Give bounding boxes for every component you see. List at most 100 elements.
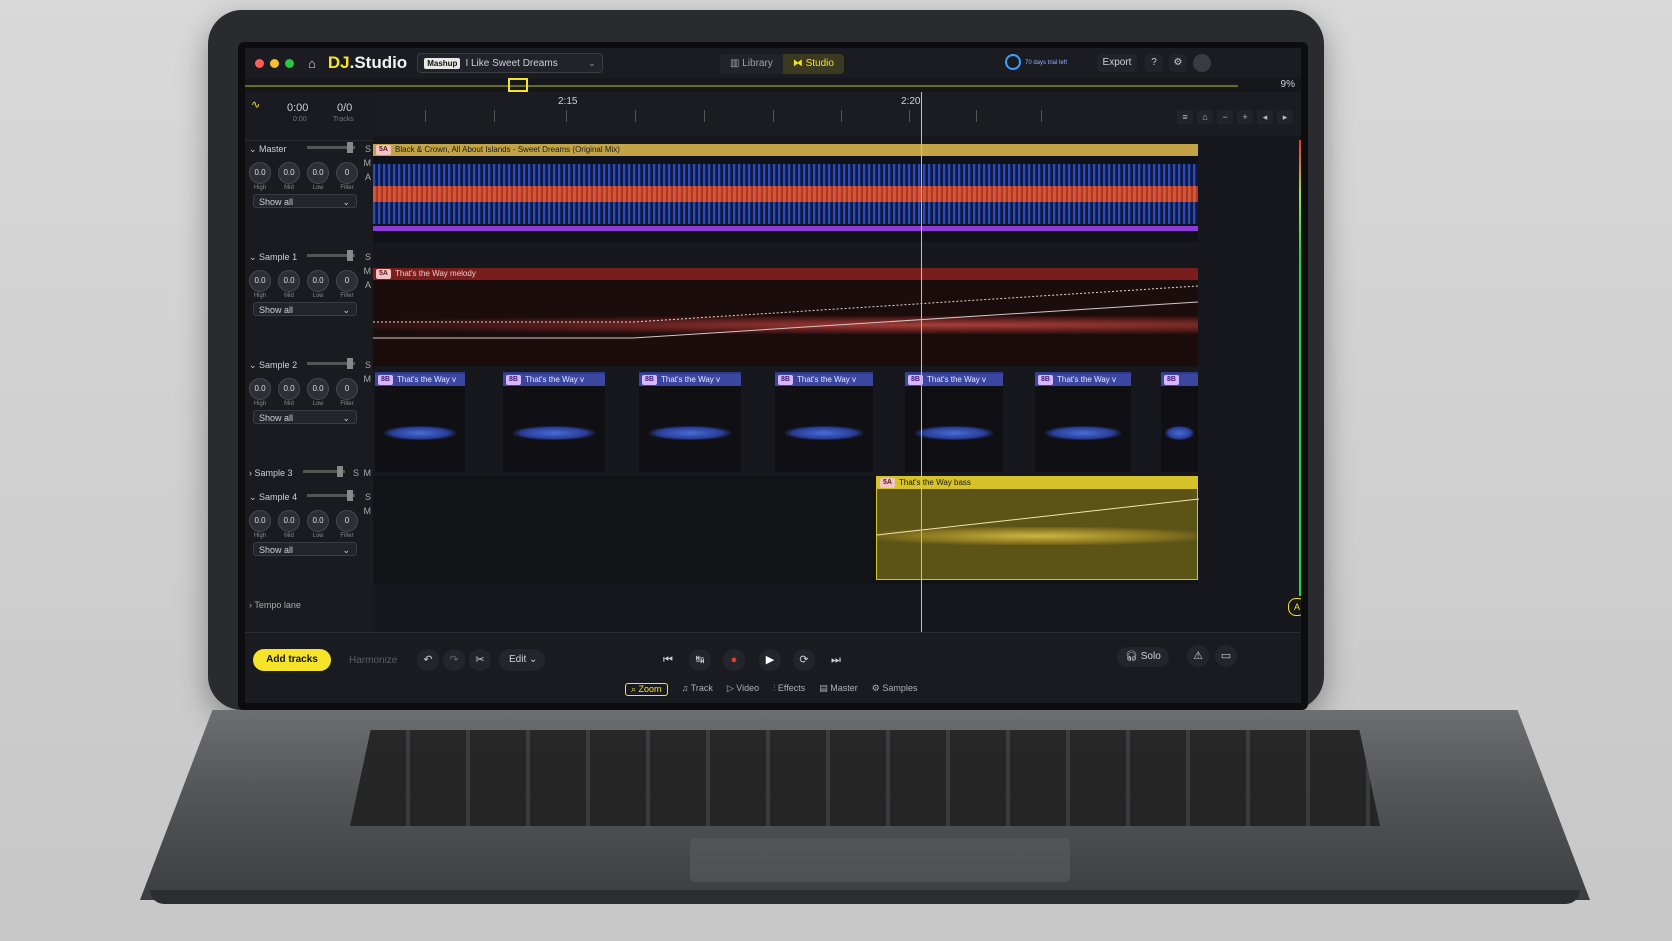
zoom-window-icon[interactable] <box>285 58 294 68</box>
avatar[interactable] <box>1193 54 1211 72</box>
solo-button[interactable]: S <box>365 144 371 154</box>
tab-zoom[interactable]: ⌕ Zoom <box>625 683 668 696</box>
knob-low[interactable]: 0.0 Low <box>307 378 329 407</box>
skip-forward-icon[interactable]: ⏭ <box>825 649 847 671</box>
knob-high[interactable]: 0.0 High <box>249 270 271 299</box>
record-icon[interactable]: ● <box>723 649 745 671</box>
playhead[interactable] <box>921 92 922 632</box>
loop-icon[interactable]: ⟳ <box>793 649 815 671</box>
knob-mid[interactable]: 0.0 Mid <box>278 378 300 407</box>
lock-icon[interactable]: ⌂ <box>1197 110 1213 124</box>
knob-mid[interactable]: 0.0 Mid <box>278 270 300 299</box>
volume-fader[interactable] <box>307 358 355 369</box>
zoom-out-icon[interactable]: − <box>1217 110 1233 124</box>
list-icon[interactable]: ≡ <box>1177 110 1193 124</box>
clip-sample-2[interactable]: 8B That's the Way v <box>639 372 741 472</box>
help-icon[interactable]: ? <box>1145 54 1163 72</box>
tempo-lane-toggle[interactable]: › Tempo lane <box>249 600 301 610</box>
volume-fader[interactable] <box>307 142 355 153</box>
show-all-dropdown[interactable]: Show all ⌄ <box>253 302 357 316</box>
close-window-icon[interactable] <box>255 58 264 68</box>
project-selector[interactable]: Mashup I Like Sweet Dreams ⌄ <box>417 53 604 73</box>
deck-title[interactable]: ⌄ Sample 4 <box>249 492 297 502</box>
deck-title[interactable]: ⌄ Master <box>249 144 287 154</box>
solo-button[interactable]: S <box>365 252 371 262</box>
tab-samples[interactable]: ⚙ Samples <box>872 683 918 696</box>
lane-sample-2[interactable]: 8B That's the Way v 8B That's the Way v 8B… <box>373 372 1198 472</box>
tab-effects[interactable]: ⫶ Effects <box>773 683 805 696</box>
minimize-window-icon[interactable] <box>270 58 279 68</box>
overview-strip[interactable]: 9% <box>245 78 1301 92</box>
edit-dropdown[interactable]: Edit ⌄ <box>499 649 545 671</box>
volume-fader[interactable] <box>307 250 355 261</box>
clip-sample-2[interactable]: 8B <box>1161 372 1198 472</box>
zoom-in-icon[interactable]: + <box>1237 110 1253 124</box>
mute-button[interactable]: M <box>364 468 372 478</box>
collapse-icon[interactable]: ◂ <box>1257 110 1273 124</box>
harmonize-button[interactable]: Harmonize <box>349 655 397 666</box>
volume-fader[interactable] <box>307 490 355 501</box>
warning-icon[interactable]: ⚠ <box>1187 645 1209 667</box>
solo-button[interactable]: S <box>365 492 371 502</box>
deck-title[interactable]: ⌄ Sample 2 <box>249 360 297 370</box>
tab-track[interactable]: ♫ Track <box>682 683 713 696</box>
knob-mid[interactable]: 0.0 Mid <box>278 510 300 539</box>
volume-fader[interactable] <box>303 466 345 477</box>
knob-low[interactable]: 0.0 Low <box>307 270 329 299</box>
lane-master[interactable]: 5A Black & Crown, All About Islands - Sw… <box>373 144 1198 242</box>
clip-header[interactable]: 5A Black & Crown, All About Islands - Sw… <box>373 144 1198 156</box>
tab-library[interactable]: ▥ Library <box>720 54 783 74</box>
overview-viewport-handle[interactable] <box>508 78 528 92</box>
knob-high[interactable]: 0.0 High <box>249 162 271 191</box>
cut-icon[interactable]: ✂ <box>469 649 491 671</box>
knob-filter[interactable]: 0 Filter <box>336 510 358 539</box>
panel-icon[interactable]: ▭ <box>1215 645 1237 667</box>
clip-sample-2[interactable]: 8B That's the Way v <box>775 372 873 472</box>
timeline[interactable]: 2:15 2:20 ≡ ⌂ − + ◂ ▸ 5A Black & Crown, … <box>373 92 1301 632</box>
show-all-dropdown[interactable]: Show all ⌄ <box>253 542 357 556</box>
show-all-dropdown[interactable]: Show all ⌄ <box>253 194 357 208</box>
knob-filter[interactable]: 0 Filter <box>336 378 358 407</box>
home-icon[interactable]: ⌂ <box>308 56 316 71</box>
auto-button[interactable]: A <box>365 172 371 182</box>
clip-header[interactable]: 5A That's the Way melody <box>373 268 1198 280</box>
deck-title[interactable]: ⌄ Sample 1 <box>249 252 297 262</box>
cue-icon[interactable]: ↹ <box>689 649 711 671</box>
knob-filter[interactable]: 0 Filter <box>336 270 358 299</box>
knob-filter[interactable]: 0 Filter <box>336 162 358 191</box>
expand-icon[interactable]: ▸ <box>1277 110 1293 124</box>
tab-video[interactable]: ▷ Video <box>727 683 759 696</box>
skip-back-icon[interactable]: ⏮ <box>657 649 679 671</box>
clip-sample-2[interactable]: 8B That's the Way v <box>905 372 1003 472</box>
auto-mode-icon[interactable]: A <box>1288 598 1301 616</box>
clip-sample-4[interactable]: 5A That's the Way bass <box>876 476 1199 580</box>
waveform-icon[interactable]: ∿ <box>251 98 260 111</box>
gear-icon[interactable]: ⚙ <box>1169 54 1187 72</box>
show-all-dropdown[interactable]: Show all ⌄ <box>253 410 357 424</box>
knob-mid[interactable]: 0.0 Mid <box>278 162 300 191</box>
solo-button[interactable]: S <box>365 360 371 370</box>
lane-sample-4[interactable]: 5A That's the Way bass <box>373 476 1199 584</box>
trial-indicator[interactable]: 70 days trial left <box>1005 54 1091 72</box>
knob-high[interactable]: 0.0 High <box>249 378 271 407</box>
undo-icon[interactable]: ↶ <box>417 649 439 671</box>
play-icon[interactable]: ▶ <box>759 649 781 671</box>
lane-sample-1[interactable]: 5A That's the Way melody <box>373 268 1198 366</box>
add-tracks-button[interactable]: Add tracks <box>253 649 331 671</box>
solo-button[interactable]: S <box>353 468 359 478</box>
knob-low[interactable]: 0.0 Low <box>307 510 329 539</box>
tab-studio[interactable]: ⧓ Studio <box>782 54 844 74</box>
knob-low[interactable]: 0.0 Low <box>307 162 329 191</box>
redo-icon[interactable]: ↷ <box>443 649 465 671</box>
export-button[interactable]: Export <box>1097 54 1137 72</box>
time-ruler[interactable]: 2:15 2:20 ≡ ⌂ − + ◂ ▸ <box>373 92 1301 136</box>
clip-sample-2[interactable]: 8B That's the Way v <box>503 372 605 472</box>
knob-high[interactable]: 0.0 High <box>249 510 271 539</box>
auto-button[interactable]: A <box>365 280 371 290</box>
tab-master[interactable]: ▤ Master <box>819 683 858 696</box>
clip-sample-2[interactable]: 8B That's the Way v <box>375 372 465 472</box>
clip-header[interactable]: 5A That's the Way bass <box>877 477 1197 489</box>
clip-sample-2[interactable]: 8B That's the Way v <box>1035 372 1131 472</box>
deck-title[interactable]: › Sample 3 <box>249 468 293 478</box>
solo-toggle[interactable]: 🎧︎ Solo <box>1117 647 1169 667</box>
